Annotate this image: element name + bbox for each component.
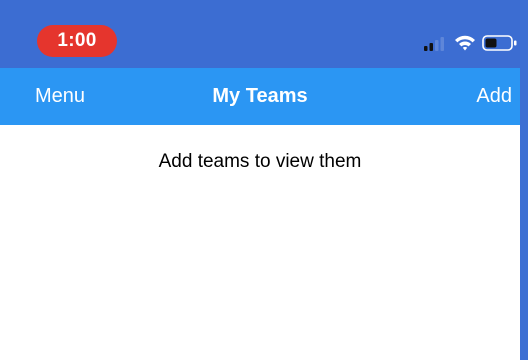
status-time[interactable]: 1:00 [37,25,117,57]
cellular-signal-icon [424,37,444,51]
app-frame: 1:00 Menu My Teams Add Add teams to view… [0,0,528,360]
teams-list-area: Add teams to view them [0,125,520,360]
wifi-icon [455,35,475,51]
frame-edge [520,0,528,360]
battery-icon [482,35,517,51]
add-button[interactable]: Add [476,68,512,125]
page-title: My Teams [212,85,308,107]
empty-state-message: Add teams to view them [158,151,362,172]
status-bar: 1:00 [0,0,520,68]
navigation-bar: Menu My Teams Add [0,68,520,125]
